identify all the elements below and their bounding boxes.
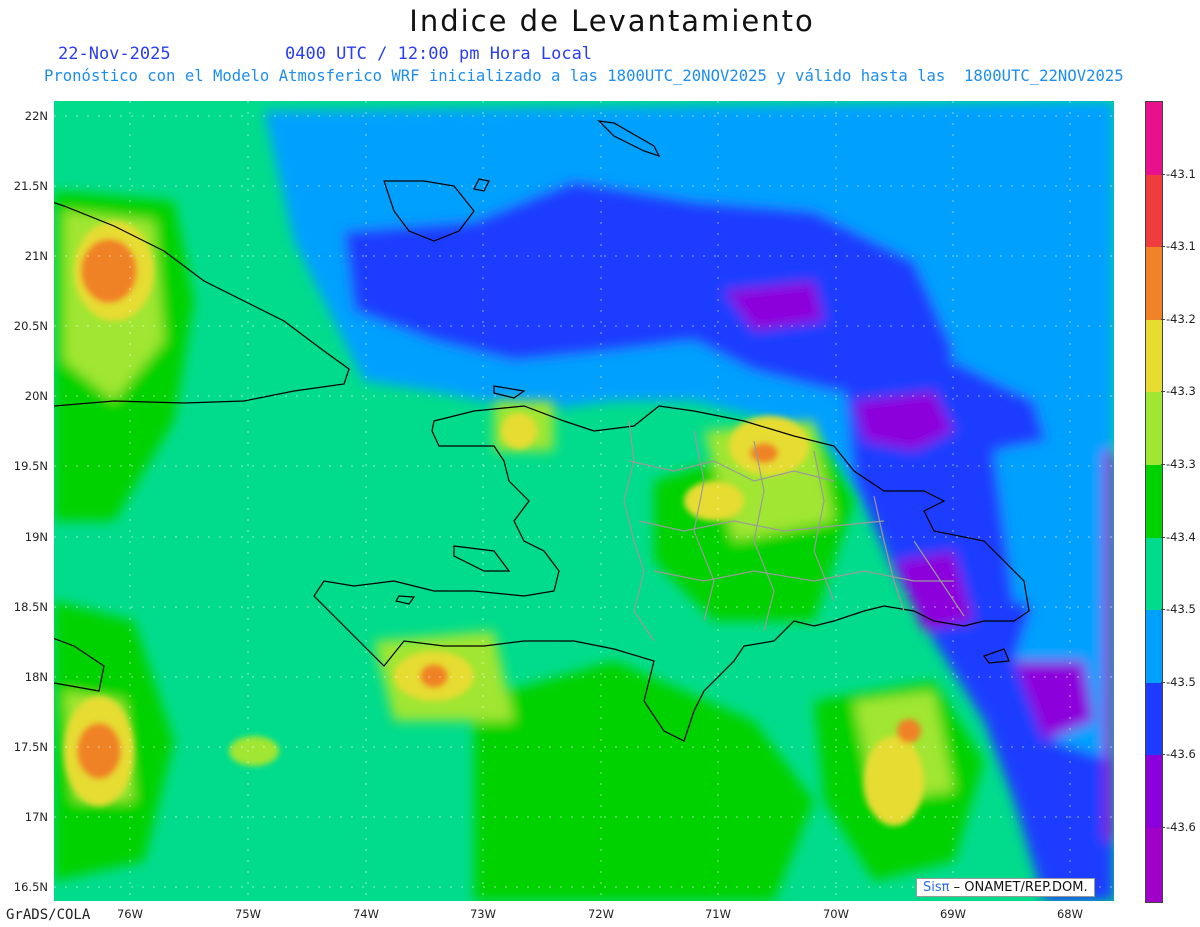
- credit-brand: Sisπ: [923, 880, 950, 895]
- colorbar-tick: [1161, 246, 1165, 247]
- forecast-time: 0400 UTC / 12:00 pm Hora Local: [285, 44, 593, 64]
- colorbar-label: -43.1: [1166, 239, 1196, 253]
- lat-label: 16.5N: [13, 880, 48, 894]
- lon-label: 68W: [1056, 907, 1084, 921]
- colorbar: [1145, 101, 1163, 903]
- model-description: Pronóstico con el Modelo Atmosferico WRF…: [44, 67, 1124, 85]
- colorbar-segment: [1146, 465, 1162, 538]
- colorbar-tick: [1161, 319, 1165, 320]
- colorbar-label: -43.2: [1166, 312, 1196, 326]
- lat-label: 20.5N: [13, 319, 48, 333]
- lon-label: 71W: [704, 907, 732, 921]
- colorbar-tick: [1161, 682, 1165, 683]
- lat-label: 22N: [24, 109, 48, 123]
- colorbar-segment: [1146, 610, 1162, 683]
- lat-label: 17N: [24, 810, 48, 824]
- colorbar-segment: [1146, 538, 1162, 610]
- colorbar-label: -43.5: [1166, 602, 1196, 616]
- colorbar-label: -43.6: [1166, 747, 1196, 761]
- lat-label: 20N: [24, 389, 48, 403]
- forecast-date: 22-Nov-2025: [58, 44, 171, 64]
- lat-label: 18N: [24, 670, 48, 684]
- lon-label: 72W: [587, 907, 615, 921]
- lat-label: 21.5N: [13, 179, 48, 193]
- lon-label: 76W: [116, 907, 144, 921]
- lon-label: 74W: [352, 907, 380, 921]
- credit-text: – ONAMET/REP.DOM.: [949, 880, 1088, 895]
- lat-label: 17.5N: [13, 740, 48, 754]
- colorbar-segment: [1146, 102, 1162, 175]
- colorbar-tick: [1161, 754, 1165, 755]
- colorbar-label: -43.5: [1166, 675, 1196, 689]
- lon-label: 70W: [822, 907, 850, 921]
- credit-box: Sisπ – ONAMET/REP.DOM.: [916, 878, 1095, 897]
- colorbar-segment: [1146, 683, 1162, 755]
- colorbar-tick: [1161, 537, 1165, 538]
- lat-label: 18.5N: [13, 600, 48, 614]
- map-title: Indice de Levantamiento: [409, 4, 815, 38]
- colorbar-tick: [1161, 391, 1165, 392]
- colorbar-segment: [1146, 755, 1162, 828]
- colorbar-segment: [1146, 175, 1162, 247]
- lon-label: 73W: [469, 907, 497, 921]
- lon-label: 69W: [939, 907, 967, 921]
- colorbar-label: -43.6: [1166, 820, 1196, 834]
- map-canvas: [54, 101, 1114, 901]
- colorbar-label: -43.3: [1166, 384, 1196, 398]
- colorbar-segment: [1146, 392, 1162, 465]
- colorbar-label: -43.3: [1166, 457, 1196, 471]
- lon-label: 75W: [234, 907, 262, 921]
- lat-label: 21N: [24, 249, 48, 263]
- software-label: GrADS/COLA: [6, 907, 91, 923]
- colorbar-tick: [1161, 609, 1165, 610]
- lat-label: 19N: [24, 530, 48, 544]
- colorbar-segment: [1146, 320, 1162, 392]
- colorbar-label: -43.1: [1166, 167, 1196, 181]
- colorbar-tick: [1161, 827, 1165, 828]
- colorbar-segment: [1146, 828, 1162, 902]
- colorbar-label: -43.4: [1166, 530, 1196, 544]
- lifted-index-map: [54, 101, 1114, 901]
- colorbar-tick: [1161, 464, 1165, 465]
- lat-label: 19.5N: [13, 459, 48, 473]
- colorbar-segment: [1146, 247, 1162, 320]
- colorbar-tick: [1161, 174, 1165, 175]
